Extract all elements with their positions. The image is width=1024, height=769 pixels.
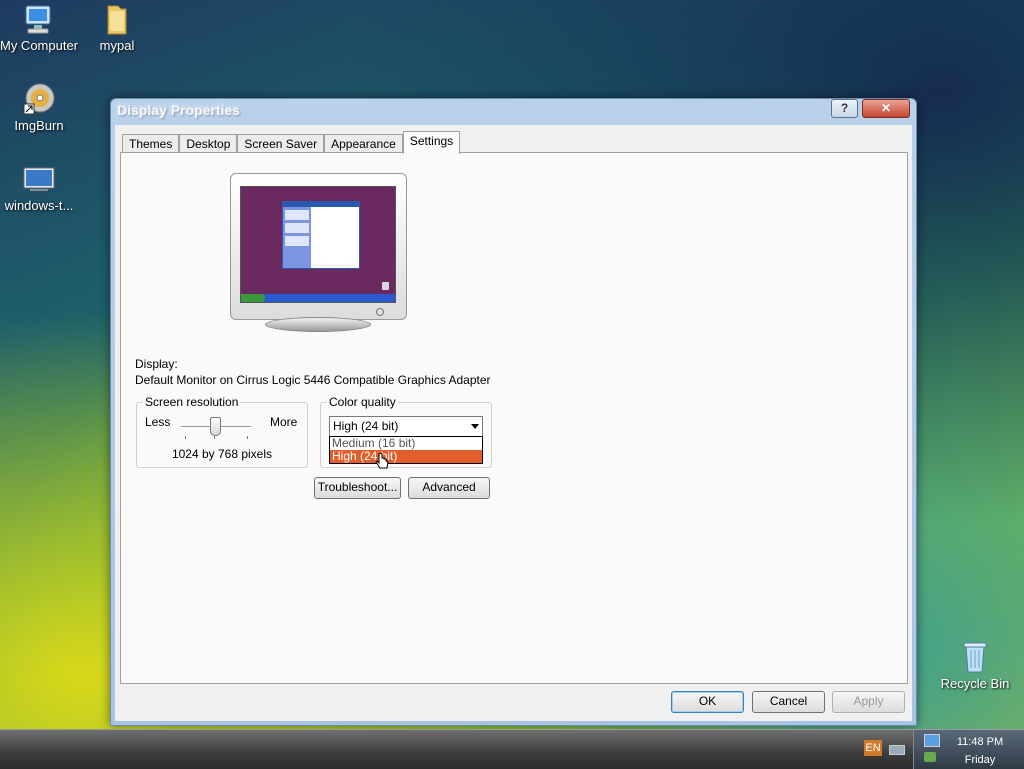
desktop-icon-label: My Computer [0,38,79,53]
group-title: Screen resolution [143,395,241,409]
help-button[interactable]: ? [831,99,858,118]
preview-window [282,201,360,269]
less-label: Less [145,415,171,429]
selected-value: High (24 bit) [333,419,399,433]
title-bar[interactable]: Display Properties ? ✕ [111,99,916,125]
group-title: Color quality [327,395,398,409]
desktop-icon-imgburn[interactable]: ImgBurn [0,82,79,134]
desktop-icon-recycle-bin[interactable]: Recycle Bin [935,640,1015,692]
clock-day: Friday [964,754,996,766]
keyboard-icon[interactable] [889,745,905,755]
desktop-icon-label: Recycle Bin [940,676,1010,691]
desktop-icon-label: mypal [99,38,135,53]
slider-tick [247,436,248,439]
display-adapter-name: Default Monitor on Cirrus Logic 5446 Com… [135,373,491,387]
tab-settings[interactable]: Settings [402,131,461,154]
color-quality-group: Color quality High (24 bit) Medium (16 b… [320,395,492,468]
monitor-stand [265,317,371,332]
recycle-bin-icon [958,640,992,674]
ok-button[interactable]: OK [671,691,744,713]
hand-cursor-icon [375,452,389,476]
desktop-icon-windows-theme[interactable]: windows-t... [0,162,79,214]
tab-strip: Themes Desktop Screen Saver Appearance S… [122,131,461,154]
computer-icon [22,2,56,36]
monitor-preview [230,173,407,332]
display-properties-window: Display Properties ? ✕ Themes Desktop Sc… [110,98,917,726]
monitor-screen [240,186,396,303]
advanced-button[interactable]: Advanced [408,477,490,499]
language-indicator[interactable]: EN [864,740,882,756]
preview-recycle-bin-icon [382,282,389,290]
color-quality-select[interactable]: High (24 bit) [329,416,483,437]
tab-themes[interactable]: Themes [122,134,180,154]
system-tray: 11:48 PM Friday [913,730,1024,769]
resolution-slider-thumb[interactable] [210,417,221,436]
folder-icon [100,2,134,36]
desktop-icon-mypal[interactable]: mypal [77,2,157,54]
slider-tick [185,436,186,439]
monitor-file-icon [22,162,56,196]
desktop-icon-my-computer[interactable]: My Computer [0,2,79,54]
resolution-value: 1024 by 768 pixels [171,447,273,461]
apply-button[interactable]: Apply [832,691,905,713]
disc-shortcut-icon [22,82,56,116]
close-button[interactable]: ✕ [862,99,910,118]
dropdown-arrow-icon[interactable] [471,424,479,429]
window-title: Display Properties [117,102,240,118]
clock-time: 11:48 PM [956,736,1004,748]
tab-appearance[interactable]: Appearance [324,134,403,154]
taskbar: EN 11:48 PM Friday [0,729,1024,769]
tab-screen-saver[interactable]: Screen Saver [237,134,325,154]
troubleshoot-button[interactable]: Troubleshoot... [314,477,401,499]
display-label: Display: [135,357,178,371]
power-led-icon [376,308,384,316]
clock[interactable]: 11:48 PM Friday [944,733,1016,769]
safely-remove-icon[interactable] [924,752,936,762]
dialog-client-area: Themes Desktop Screen Saver Appearance S… [115,125,912,721]
network-icon[interactable] [924,734,940,747]
cancel-button[interactable]: Cancel [752,691,825,713]
option-high-24bit[interactable]: High (24 bit) [330,450,482,463]
color-quality-dropdown: Medium (16 bit) High (24 bit) [329,436,483,464]
more-label: More [270,415,298,429]
tab-desktop[interactable]: Desktop [179,134,238,154]
settings-tab-page: Display: Default Monitor on Cirrus Logic… [120,152,908,684]
desktop-icon-label: ImgBurn [14,118,64,133]
desktop-icon-label: windows-t... [4,198,74,213]
preview-taskbar [241,294,395,302]
slider-tick [214,436,215,439]
screen-resolution-group: Screen resolution Less More 1024 by 768 … [136,395,308,468]
